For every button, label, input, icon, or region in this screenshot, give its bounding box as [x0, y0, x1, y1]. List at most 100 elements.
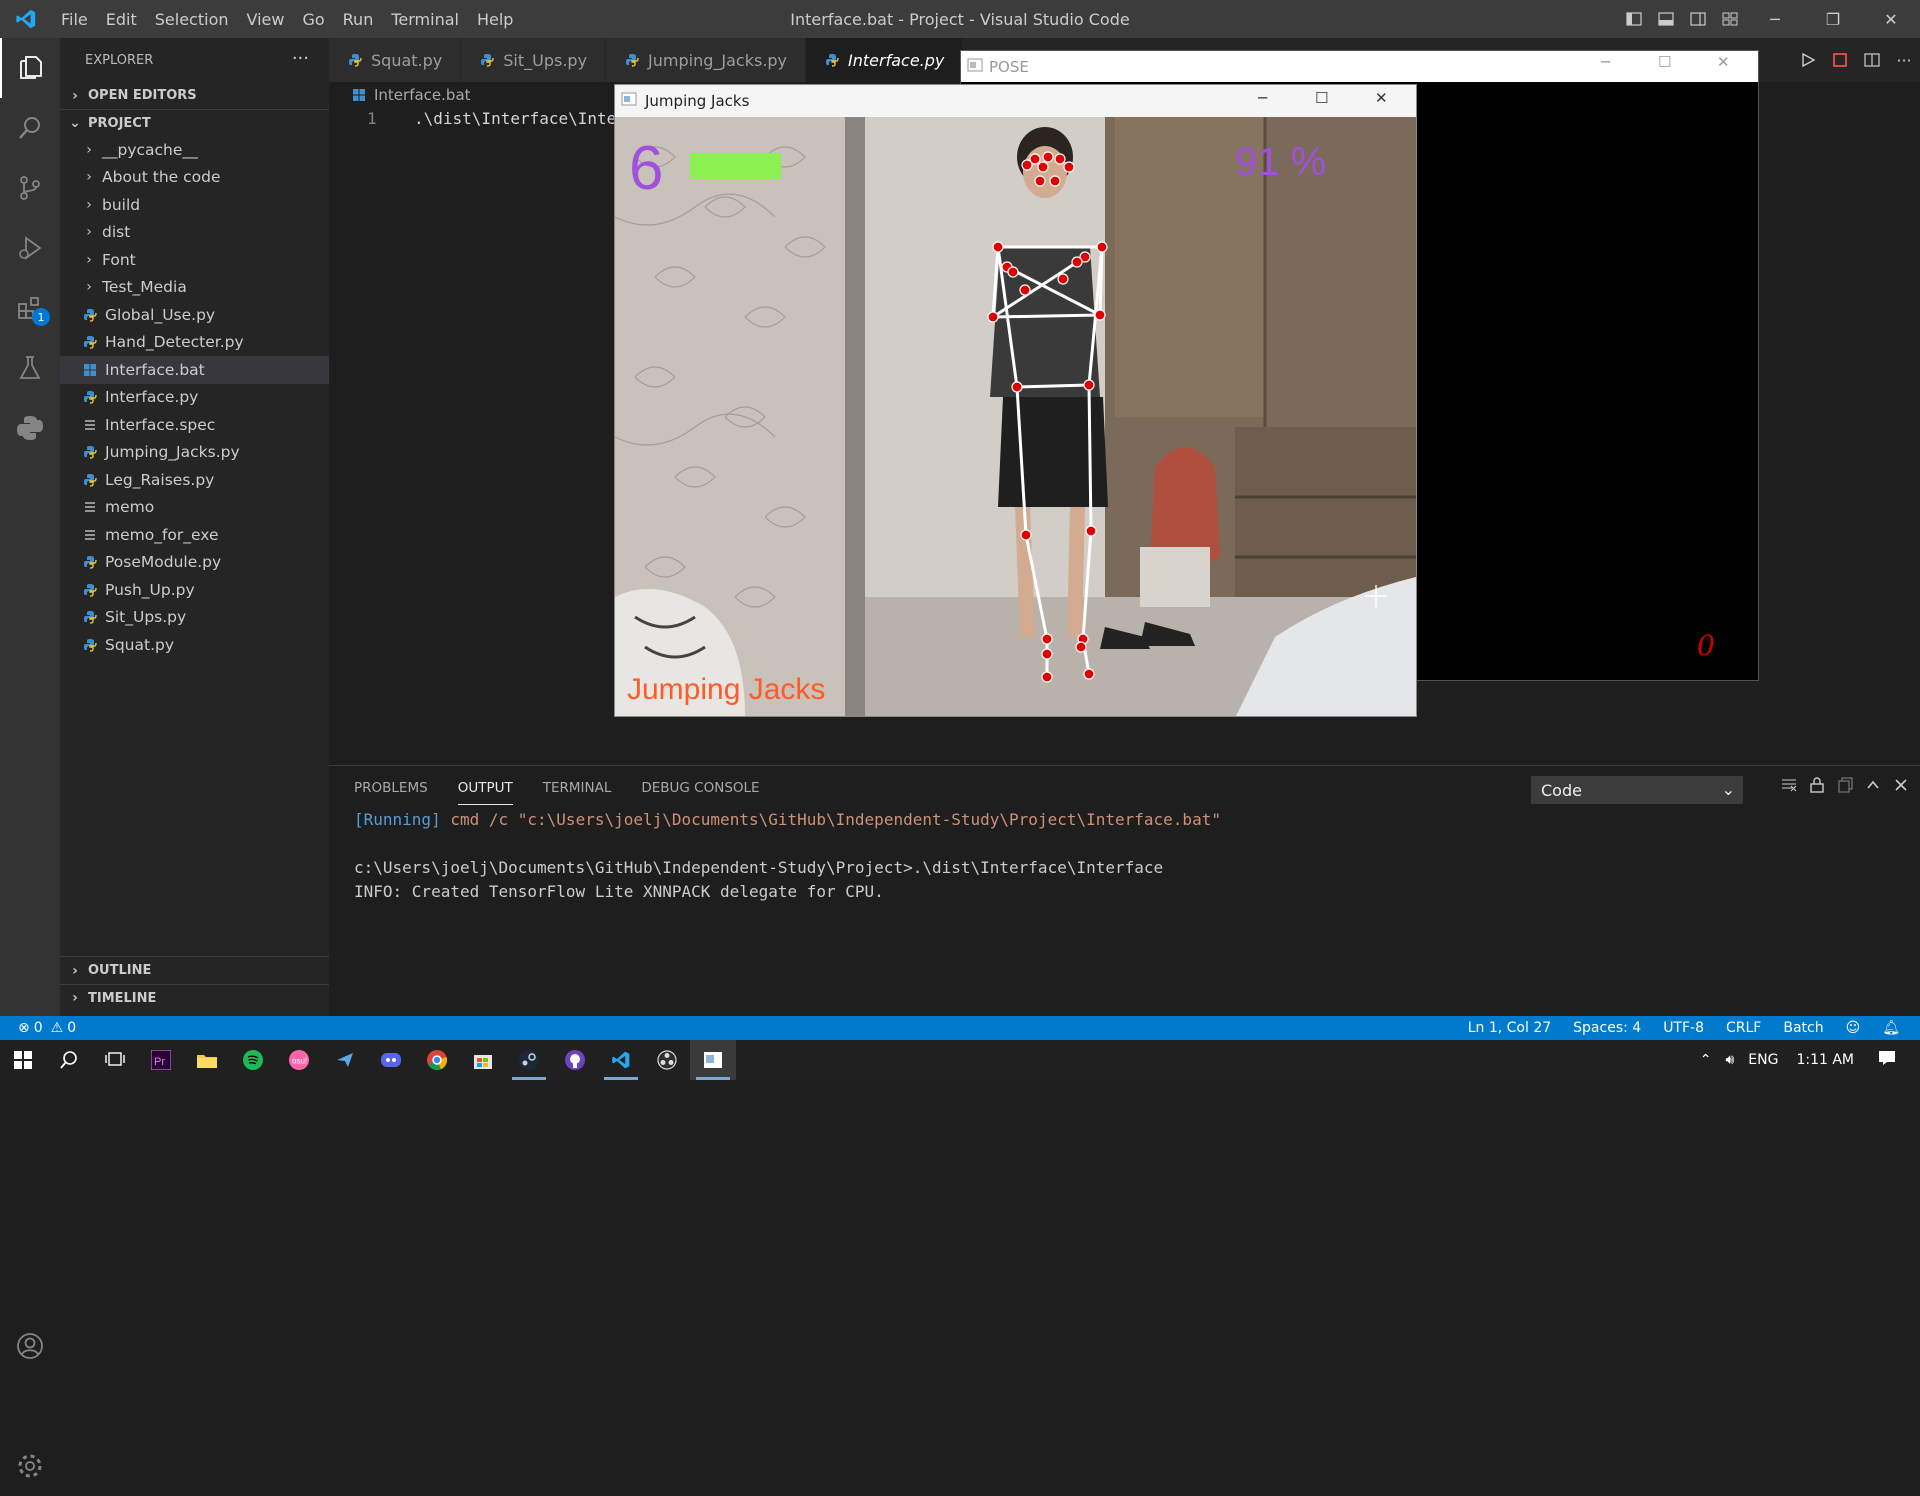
file-item[interactable]: Interface.bat — [60, 356, 329, 384]
menu-go[interactable]: Go — [293, 10, 333, 29]
close-panel-icon[interactable] — [1892, 776, 1910, 798]
toggle-secondary-sidebar-icon[interactable] — [1682, 0, 1714, 38]
timeline-section[interactable]: › TIMELINE — [60, 984, 329, 1011]
tab-interface-py[interactable]: Interface.py — [806, 38, 964, 82]
tab-terminal[interactable]: TERMINAL — [543, 780, 612, 805]
input-language[interactable]: ENG — [1748, 1052, 1778, 1068]
open-editors-section[interactable]: › OPEN EDITORS — [60, 82, 329, 109]
more-actions-icon[interactable]: ··· — [292, 48, 309, 69]
run-icon[interactable] — [1792, 41, 1824, 79]
task-view-icon[interactable] — [92, 1040, 138, 1080]
toggle-sidebar-icon[interactable] — [1618, 0, 1650, 38]
encoding[interactable]: UTF-8 — [1663, 1020, 1704, 1036]
tab-squat[interactable]: Squat.py — [329, 38, 462, 82]
file-item[interactable]: memo_for_exe — [60, 521, 329, 549]
github-desktop-icon[interactable] — [552, 1040, 598, 1080]
notifications-bell-icon[interactable]: 🔔︎ — [1882, 1020, 1900, 1036]
menu-selection[interactable]: Selection — [146, 10, 238, 29]
tab-output[interactable]: OUTPUT — [457, 780, 513, 805]
file-item[interactable]: Global_Use.py — [60, 301, 329, 329]
file-item[interactable]: memo — [60, 494, 329, 522]
spotify-icon[interactable] — [230, 1040, 276, 1080]
testing-icon[interactable] — [0, 338, 60, 398]
extensions-icon[interactable]: 1 — [0, 278, 60, 338]
file-item[interactable]: Push_Up.py — [60, 576, 329, 604]
problems-status[interactable]: ⊗ 0 ⚠ 0 — [18, 1020, 76, 1036]
code-line[interactable]: .\dist\Interface\Inte — [414, 109, 616, 128]
settings-gear-icon[interactable] — [0, 1436, 60, 1496]
file-item[interactable]: Interface.py — [60, 384, 329, 412]
cursor-position[interactable]: Ln 1, Col 27 — [1468, 1020, 1551, 1036]
output-channel-select[interactable]: Code ⌄ — [1531, 776, 1743, 804]
folder-item[interactable]: › dist — [60, 219, 329, 247]
chrome-icon[interactable] — [414, 1040, 460, 1080]
steam-icon[interactable] — [506, 1040, 552, 1080]
folder-item[interactable]: › build — [60, 191, 329, 219]
outline-section[interactable]: › OUTLINE — [60, 957, 329, 984]
close-icon[interactable]: ✕ — [1717, 53, 1730, 71]
python-icon[interactable] — [0, 398, 60, 458]
language-mode[interactable]: Batch — [1783, 1020, 1823, 1036]
folder-item[interactable]: › Font — [60, 246, 329, 274]
minimize-icon[interactable]: ─ — [1601, 53, 1610, 71]
folder-item[interactable]: › About the code — [60, 164, 329, 192]
tab-jumping-jacks[interactable]: Jumping_Jacks.py — [606, 38, 807, 82]
tab-problems[interactable]: PROBLEMS — [354, 780, 428, 805]
menu-help[interactable]: Help — [468, 10, 522, 29]
end-of-line[interactable]: CRLF — [1726, 1020, 1761, 1036]
file-item[interactable]: Interface.spec — [60, 411, 329, 439]
osu-icon[interactable]: osu! — [276, 1040, 322, 1080]
file-item[interactable]: Sit_Ups.py — [60, 604, 329, 632]
minimize-icon[interactable]: ─ — [1746, 0, 1804, 38]
account-icon[interactable] — [0, 1316, 60, 1376]
split-editor-icon[interactable] — [1856, 41, 1888, 79]
restore-icon[interactable]: ❐ — [1804, 0, 1862, 38]
breadcrumb[interactable]: Interface.bat — [351, 86, 471, 104]
tab-sit-ups[interactable]: Sit_Ups.py — [461, 38, 607, 82]
menu-edit[interactable]: Edit — [97, 10, 146, 29]
search-icon[interactable] — [46, 1040, 92, 1080]
clear-output-icon[interactable] — [1780, 776, 1798, 798]
search-icon[interactable] — [0, 98, 60, 158]
premiere-pro-icon[interactable]: Pr — [138, 1040, 184, 1080]
feedback-icon[interactable]: ☺ — [1846, 1020, 1861, 1036]
file-item[interactable]: PoseModule.py — [60, 549, 329, 577]
run-debug-icon[interactable] — [0, 218, 60, 278]
discord-icon[interactable] — [368, 1040, 414, 1080]
maximize-panel-icon[interactable] — [1864, 776, 1882, 798]
maximize-icon[interactable]: ☐ — [1315, 89, 1328, 107]
action-center-icon[interactable] — [1878, 1050, 1896, 1070]
folder-item[interactable]: › __pycache__ — [60, 136, 329, 164]
menu-terminal[interactable]: Terminal — [382, 10, 468, 29]
file-item[interactable]: Squat.py — [60, 631, 329, 659]
maximize-icon[interactable]: ☐ — [1658, 53, 1671, 71]
clock[interactable]: 1:11 AM — [1796, 1052, 1854, 1068]
python-window-icon[interactable] — [690, 1040, 736, 1080]
lock-icon[interactable] — [1808, 776, 1826, 798]
jumping-jacks-title-bar[interactable]: Jumping Jacks ─ ☐ ✕ — [615, 85, 1416, 117]
menu-view[interactable]: View — [238, 10, 294, 29]
pose-title-bar[interactable]: POSE ─ ☐ ✕ — [961, 51, 1758, 82]
close-icon[interactable]: ✕ — [1375, 89, 1388, 107]
menu-file[interactable]: File — [52, 10, 97, 29]
explorer-icon[interactable] — [0, 38, 60, 98]
file-item[interactable]: Leg_Raises.py — [60, 466, 329, 494]
copy-icon[interactable] — [1836, 776, 1854, 798]
folder-item[interactable]: › Test_Media — [60, 274, 329, 302]
chevron-up-icon[interactable]: ⌃ — [1700, 1052, 1712, 1068]
vscode-taskbar-icon[interactable] — [598, 1040, 644, 1080]
jumping-jacks-window[interactable]: Jumping Jacks ─ ☐ ✕ 6 91 % Jumping Jacks — [614, 84, 1417, 717]
file-explorer-icon[interactable] — [184, 1040, 230, 1080]
menu-run[interactable]: Run — [334, 10, 383, 29]
close-icon[interactable]: ✕ — [1862, 0, 1920, 38]
project-section[interactable]: ⌄ PROJECT — [60, 109, 329, 136]
paper-plane-icon[interactable] — [322, 1040, 368, 1080]
stop-icon[interactable] — [1824, 41, 1856, 79]
customize-layout-icon[interactable] — [1714, 0, 1746, 38]
file-item[interactable]: Jumping_Jacks.py — [60, 439, 329, 467]
minimize-icon[interactable]: ─ — [1258, 89, 1267, 107]
tab-debug-console[interactable]: DEBUG CONSOLE — [641, 780, 759, 805]
indentation[interactable]: Spaces: 4 — [1573, 1020, 1641, 1036]
file-item[interactable]: Hand_Detecter.py — [60, 329, 329, 357]
source-control-icon[interactable] — [0, 158, 60, 218]
